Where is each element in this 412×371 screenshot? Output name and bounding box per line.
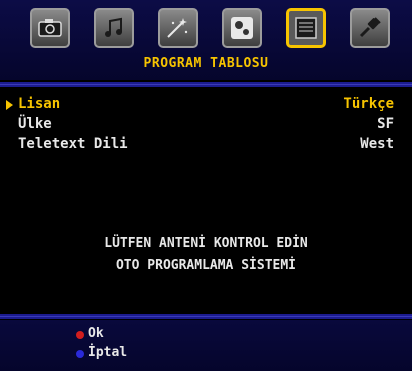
ok-label: Ok <box>88 326 104 341</box>
feature-icon[interactable] <box>158 8 198 48</box>
menu-item-label: Lisan <box>18 96 61 112</box>
cancel-label: İptal <box>88 345 128 360</box>
page-title: PROGRAM TABLOSU <box>143 56 269 71</box>
menu-item-label: Ülke <box>18 116 52 132</box>
picture-icon[interactable] <box>30 8 70 48</box>
check-antenna-message: LÜTFEN ANTENİ KONTROL EDİN <box>104 236 308 251</box>
menu-item-value: SF <box>377 116 394 132</box>
red-button-icon <box>76 331 84 339</box>
sound-icon[interactable] <box>94 8 134 48</box>
blue-button-icon <box>76 350 84 358</box>
bottom-divider <box>0 314 412 319</box>
auto-programming-message: OTO PROGRAMLAMA SİSTEMİ <box>115 258 296 273</box>
top-divider <box>0 82 412 87</box>
selection-arrow-icon <box>6 100 13 110</box>
osd-menu: PROGRAM TABLOSU Lisan Türkçe Ülke SF Tel… <box>0 0 412 371</box>
menu-item-teletext-language[interactable]: Teletext Dili West <box>18 136 394 156</box>
menu-item-value: Türkçe <box>343 96 394 112</box>
menu-panel: Lisan Türkçe Ülke SF Teletext Dili West … <box>0 92 412 314</box>
source-icon[interactable] <box>350 8 390 48</box>
menu-item-language[interactable]: Lisan Türkçe <box>6 96 394 116</box>
header-bar: PROGRAM TABLOSU <box>0 0 412 80</box>
menu-item-label: Teletext Dili <box>18 136 128 152</box>
program-table-icon[interactable] <box>286 8 326 48</box>
button-legend: Ok İptal <box>0 320 412 371</box>
menu-item-value: West <box>360 136 394 152</box>
setup-icon[interactable] <box>222 8 262 48</box>
menu-item-country[interactable]: Ülke SF <box>18 116 394 136</box>
